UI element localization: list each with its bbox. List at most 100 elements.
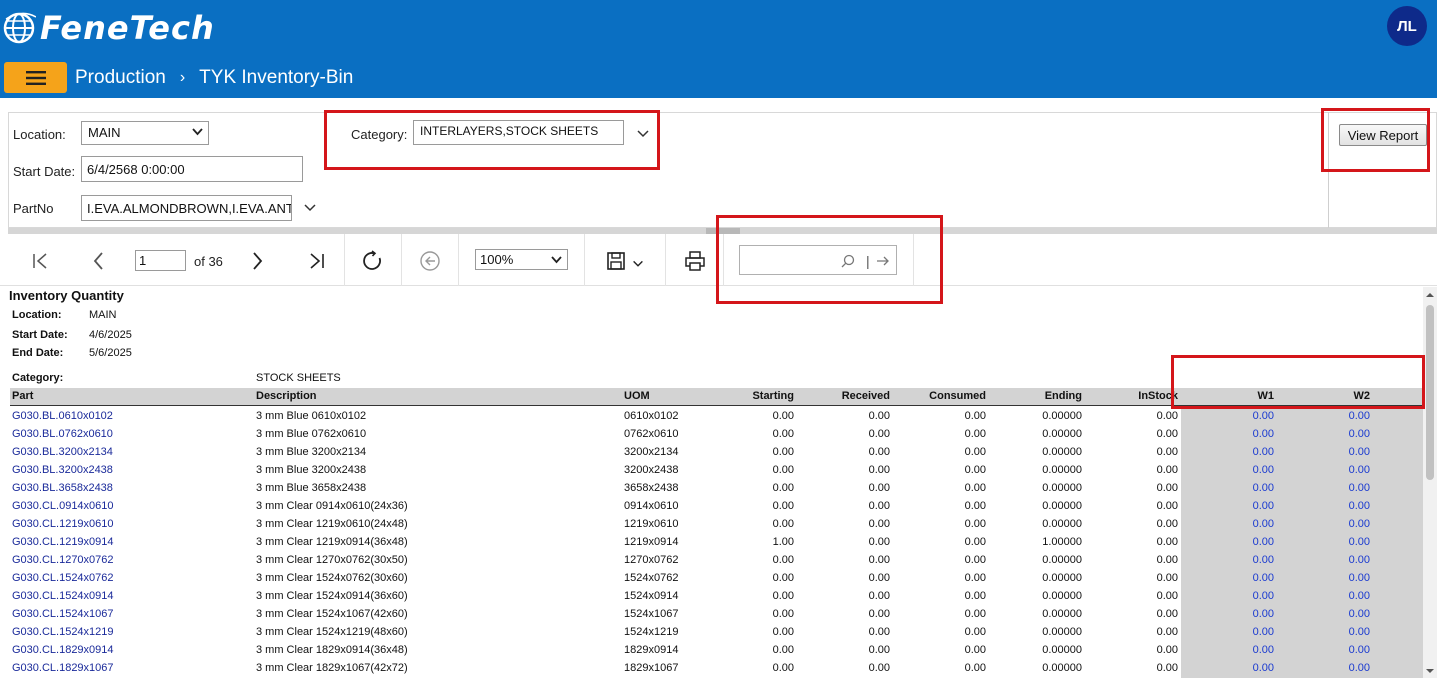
cell-part[interactable]: G030.BL.3200x2438 — [12, 464, 113, 476]
cell-starting: 0.00 — [772, 428, 794, 440]
cell-w2[interactable]: 0.00 — [1266, 626, 1370, 638]
cell-ending: 0.00000 — [1042, 590, 1082, 602]
cell-ending: 0.00000 — [1042, 572, 1082, 584]
cell-description: 3 mm Clear 0914x0610(24x36) — [256, 500, 408, 512]
cell-ending: 0.00000 — [1042, 410, 1082, 422]
cell-uom: 3200x2438 — [624, 464, 679, 476]
cell-w1[interactable]: 0.00 — [1170, 590, 1274, 602]
location-label: Location: — [13, 127, 66, 142]
cell-w2[interactable]: 0.00 — [1266, 554, 1370, 566]
cell-w2[interactable]: 0.00 — [1266, 572, 1370, 584]
cell-w1[interactable]: 0.00 — [1170, 536, 1274, 548]
cell-w2[interactable]: 0.00 — [1266, 410, 1370, 422]
cell-instock: 0.00 — [1156, 410, 1178, 422]
scrollbar-thumb[interactable] — [1426, 305, 1434, 480]
scroll-up-icon[interactable] — [1425, 290, 1435, 300]
cell-part[interactable]: G030.CL.1219x0914 — [12, 536, 114, 548]
back-icon[interactable] — [419, 250, 441, 272]
cell-starting: 0.00 — [772, 410, 794, 422]
export-dropdown-icon[interactable] — [631, 257, 645, 271]
cell-w1[interactable]: 0.00 — [1170, 554, 1274, 566]
cell-w1[interactable]: 0.00 — [1170, 464, 1274, 476]
cell-w2[interactable]: 0.00 — [1266, 518, 1370, 530]
cell-ending: 0.00000 — [1042, 500, 1082, 512]
cell-part[interactable]: G030.CL.1829x1067 — [12, 662, 114, 674]
cell-w1[interactable]: 0.00 — [1170, 662, 1274, 674]
refresh-icon[interactable] — [362, 250, 384, 272]
breadcrumb-production[interactable]: Production — [75, 67, 166, 89]
cell-part[interactable]: G030.CL.1829x0914 — [12, 644, 114, 656]
cell-part[interactable]: G030.CL.1524x1067 — [12, 608, 114, 620]
cell-consumed: 0.00 — [964, 446, 986, 458]
cell-w1[interactable]: 0.00 — [1170, 410, 1274, 422]
partno-dropdown-icon[interactable] — [302, 200, 318, 216]
start-date-input[interactable]: 6/4/2568 0:00:00 — [81, 156, 303, 182]
fenetech-logo[interactable]: FeneTech — [2, 8, 215, 48]
cell-w1[interactable]: 0.00 — [1170, 644, 1274, 656]
cell-received: 0.00 — [868, 536, 890, 548]
cell-part[interactable]: G030.BL.0610x0102 — [12, 410, 113, 422]
cell-w2[interactable]: 0.00 — [1266, 644, 1370, 656]
cell-starting: 0.00 — [772, 482, 794, 494]
cell-w1[interactable]: 0.00 — [1170, 608, 1274, 620]
cell-part[interactable]: G030.CL.1270x0762 — [12, 554, 114, 566]
hamburger-menu-button[interactable] — [4, 62, 67, 93]
page-number-input[interactable]: 1 — [135, 250, 186, 271]
cell-w1[interactable]: 0.00 — [1170, 428, 1274, 440]
user-avatar[interactable]: ЛL — [1387, 6, 1427, 46]
cell-part[interactable]: G030.CL.0914x0610 — [12, 500, 114, 512]
cell-received: 0.00 — [868, 626, 890, 638]
cell-description: 3 mm Blue 3200x2438 — [256, 464, 367, 476]
cell-w1[interactable]: 0.00 — [1170, 500, 1274, 512]
cell-w1[interactable]: 0.00 — [1170, 446, 1274, 458]
table-row: G030.CL.1270x0762 3 mm Clear 1270x0762(30… — [0, 551, 1423, 569]
scroll-down-icon[interactable] — [1425, 666, 1435, 676]
first-page-icon[interactable] — [29, 250, 51, 272]
report-viewer: Inventory Quantity Location: MAIN Start … — [0, 287, 1423, 678]
cell-w2[interactable]: 0.00 — [1266, 428, 1370, 440]
table-row: G030.CL.1829x1067 3 mm Clear 1829x1067(42… — [0, 659, 1423, 677]
last-page-icon[interactable] — [306, 250, 328, 272]
cell-part[interactable]: G030.CL.1524x0914 — [12, 590, 114, 602]
cell-instock: 0.00 — [1156, 590, 1178, 602]
col-instock: InStock — [1138, 390, 1178, 402]
cell-part[interactable]: G030.CL.1524x0762 — [12, 572, 114, 584]
cell-w2[interactable]: 0.00 — [1266, 590, 1370, 602]
cell-w2[interactable]: 0.00 — [1266, 536, 1370, 548]
cell-part[interactable]: G030.BL.3658x2438 — [12, 482, 113, 494]
cell-consumed: 0.00 — [964, 590, 986, 602]
cell-w2[interactable]: 0.00 — [1266, 662, 1370, 674]
save-icon[interactable] — [605, 250, 627, 272]
cell-w2[interactable]: 0.00 — [1266, 446, 1370, 458]
cell-description: 3 mm Blue 3200x2134 — [256, 446, 367, 458]
page-count-label: of 36 — [194, 254, 223, 269]
partno-input[interactable]: I.EVA.ALMONDBROWN,I.EVA.ANTI — [81, 195, 292, 221]
cell-part[interactable]: G030.BL.0762x0610 — [12, 428, 113, 440]
cell-part[interactable]: G030.CL.1524x1219 — [12, 626, 114, 638]
cell-w1[interactable]: 0.00 — [1170, 518, 1274, 530]
cell-w2[interactable]: 0.00 — [1266, 482, 1370, 494]
next-page-icon[interactable] — [246, 250, 268, 272]
cell-received: 0.00 — [868, 572, 890, 584]
cell-w2[interactable]: 0.00 — [1266, 500, 1370, 512]
zoom-select[interactable]: 100% — [475, 249, 568, 270]
cell-w1[interactable]: 0.00 — [1170, 626, 1274, 638]
cell-w1[interactable]: 0.00 — [1170, 572, 1274, 584]
previous-page-icon[interactable] — [88, 250, 110, 272]
print-icon[interactable] — [684, 250, 706, 272]
cell-consumed: 0.00 — [964, 662, 986, 674]
cell-w1[interactable]: 0.00 — [1170, 482, 1274, 494]
cell-w2[interactable]: 0.00 — [1266, 608, 1370, 620]
cell-part[interactable]: G030.CL.1219x0610 — [12, 518, 114, 530]
cell-description: 3 mm Clear 1219x0610(24x48) — [256, 518, 408, 530]
location-select[interactable]: MAIN — [81, 121, 209, 145]
cell-starting: 0.00 — [772, 518, 794, 530]
cell-uom: 1829x1067 — [624, 662, 679, 674]
cell-received: 0.00 — [868, 662, 890, 674]
cell-w2[interactable]: 0.00 — [1266, 464, 1370, 476]
cell-part[interactable]: G030.BL.3200x2134 — [12, 446, 113, 458]
col-description: Description — [256, 390, 317, 402]
cell-received: 0.00 — [868, 590, 890, 602]
cell-consumed: 0.00 — [964, 536, 986, 548]
cell-instock: 0.00 — [1156, 554, 1178, 566]
